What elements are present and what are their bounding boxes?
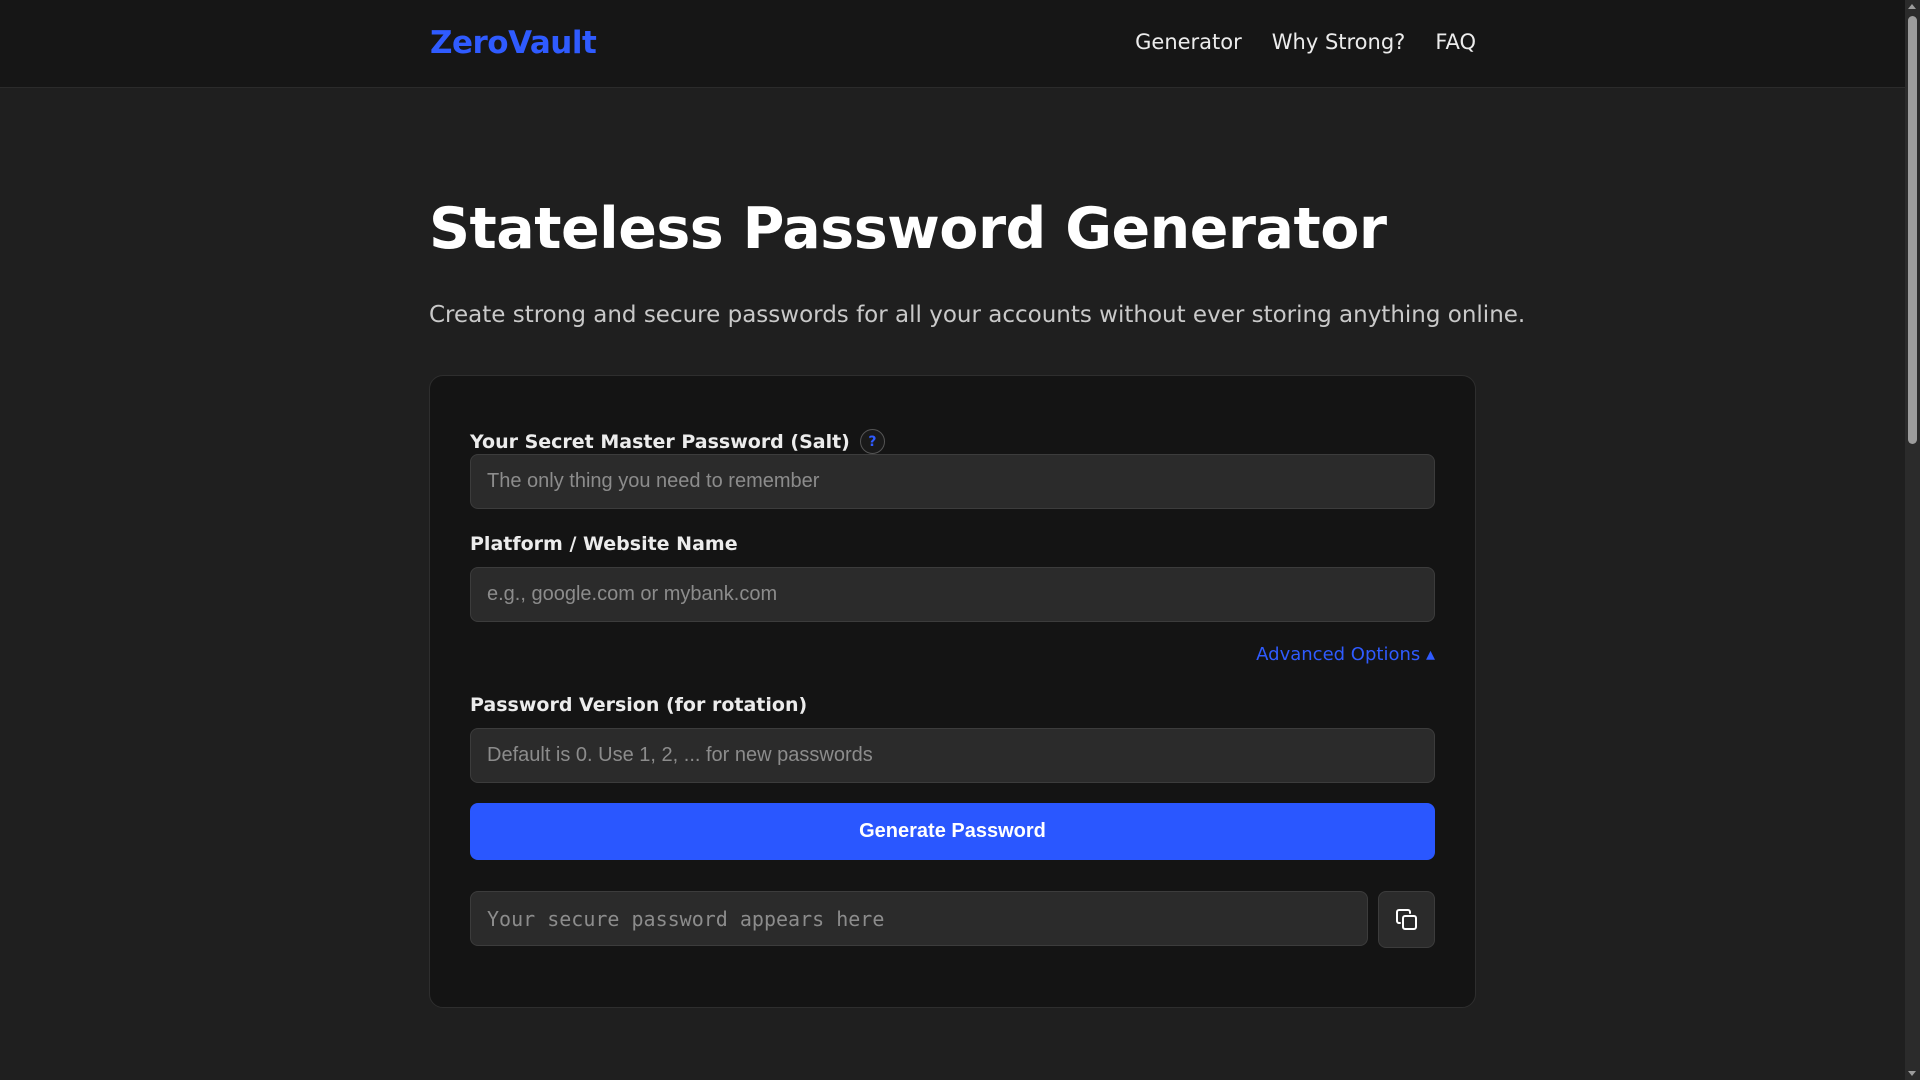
generate-password-button[interactable]: Generate Password [470,803,1435,860]
scroll-up-arrow-icon[interactable] [1908,4,1916,9]
master-password-label: Your Secret Master Password (Salt) [470,430,850,453]
platform-input[interactable] [470,567,1435,622]
help-icon[interactable]: ? [859,429,885,454]
scrollbar-thumb[interactable] [1908,16,1917,444]
platform-label: Platform / Website Name [470,533,738,555]
logo[interactable]: ZeroVault [430,25,597,61]
page-scrollbar[interactable] [1905,0,1920,1080]
nav-link-why-strong[interactable]: Why Strong? [1272,30,1406,54]
nav-link-generator[interactable]: Generator [1135,30,1242,54]
advanced-options-toggle[interactable]: Advanced Options ▴ [1256,644,1435,665]
site-header: ZeroVault Generator Why Strong? FAQ [0,0,1905,88]
version-input[interactable] [470,728,1435,783]
version-label: Password Version (for rotation) [470,694,808,716]
page-subtitle: Create strong and secure passwords for a… [429,302,1526,328]
copy-icon [1395,908,1417,930]
page-title: Stateless Password Generator [429,196,1387,262]
master-password-label-row: Your Secret Master Password (Salt) ? [470,429,885,454]
generated-password-output[interactable] [470,891,1368,946]
page: ZeroVault Generator Why Strong? FAQ Stat… [0,0,1920,1080]
nav-link-faq[interactable]: FAQ [1435,30,1476,54]
generator-card: Your Secret Master Password (Salt) ? Pla… [429,375,1476,1008]
copy-button[interactable] [1378,891,1435,948]
master-password-input[interactable] [470,454,1435,509]
main-nav: Generator Why Strong? FAQ [1135,30,1476,54]
scroll-down-arrow-icon[interactable] [1908,1071,1916,1076]
